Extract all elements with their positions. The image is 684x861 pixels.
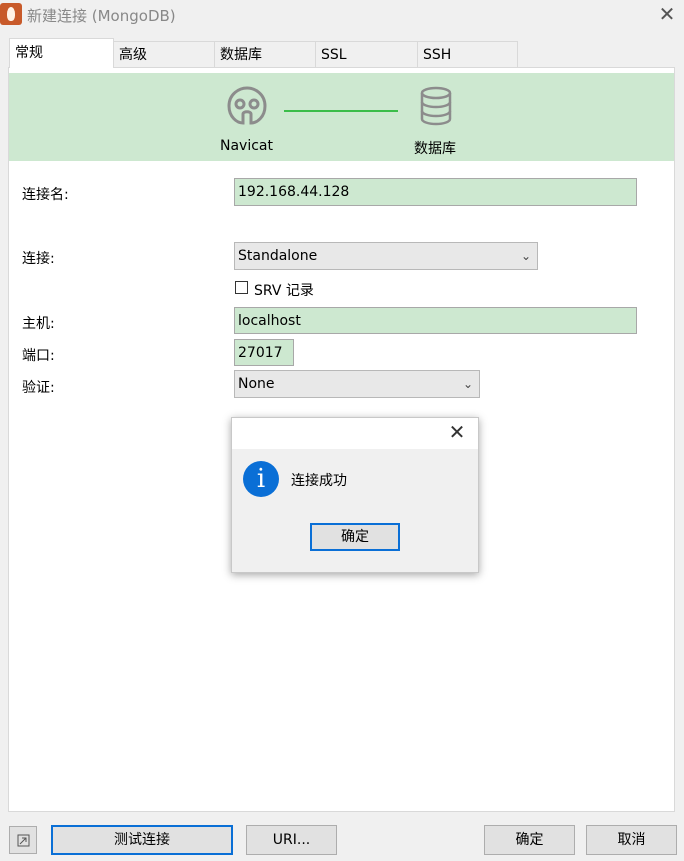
navicat-app-icon [0, 3, 22, 25]
open-link-button[interactable] [9, 826, 37, 854]
chevron-down-icon: ⌄ [520, 249, 531, 263]
auth-label: 验证: [22, 380, 55, 396]
tab-general[interactable]: 常规 [9, 38, 114, 68]
connection-type-value: Standalone [238, 248, 318, 264]
port-input[interactable]: 27017 [234, 339, 294, 366]
host-label: 主机: [22, 316, 55, 332]
export-icon [17, 834, 30, 847]
auth-value: None [238, 376, 275, 392]
test-connection-button[interactable]: 测试连接 [51, 825, 233, 855]
title-bar: 新建连接 (MongoDB) ✕ [0, 0, 684, 30]
host-input[interactable]: localhost [234, 307, 637, 334]
dialog-ok-button[interactable]: 确定 [310, 523, 400, 551]
tab-advanced[interactable]: 高级 [113, 41, 215, 67]
window-close-icon[interactable]: ✕ [656, 3, 678, 25]
dialog-close-icon[interactable]: ✕ [447, 420, 467, 444]
database-icon [420, 86, 452, 126]
srv-record-checkbox[interactable] [235, 281, 248, 294]
chevron-down-icon: ⌄ [462, 377, 473, 391]
banner-database-label: 数据库 [414, 141, 456, 157]
ok-button[interactable]: 确定 [484, 825, 575, 855]
port-label: 端口: [22, 348, 55, 364]
tab-ssh[interactable]: SSH [417, 41, 518, 67]
tab-database[interactable]: 数据库 [214, 41, 316, 67]
connection-banner [9, 73, 674, 161]
connection-name-input[interactable]: 192.168.44.128 [234, 178, 637, 206]
tab-ssl[interactable]: SSL [315, 41, 418, 67]
auth-select[interactable]: None ⌄ [234, 370, 480, 398]
connection-name-label: 连接名: [22, 187, 69, 203]
cancel-button[interactable]: 取消 [586, 825, 677, 855]
connection-type-label: 连接: [22, 251, 55, 267]
connection-line [284, 110, 398, 112]
uri-button[interactable]: URI... [246, 825, 337, 855]
window-title: 新建连接 (MongoDB) [27, 7, 176, 25]
banner-navicat-label: Navicat [220, 138, 273, 154]
dialog-title-bar [232, 418, 478, 449]
navicat-logo-icon [227, 86, 267, 125]
dialog-message: 连接成功 [291, 473, 347, 489]
srv-record-label: SRV 记录 [254, 283, 314, 299]
connection-type-select[interactable]: Standalone ⌄ [234, 242, 538, 270]
info-icon: i [243, 461, 279, 497]
